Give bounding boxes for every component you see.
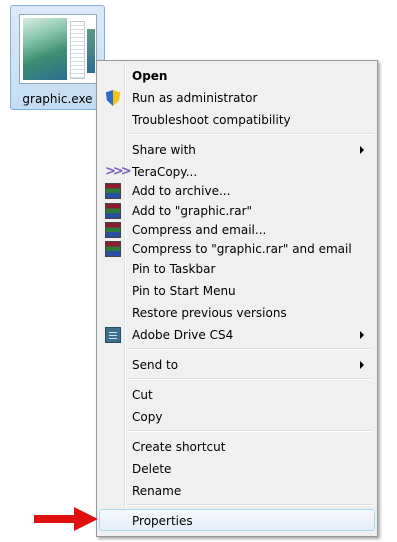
menu-item-add-to-archive[interactable]: Add to archive... xyxy=(99,179,375,201)
menu-item-pin-to-taskbar[interactable]: Pin to Taskbar xyxy=(99,257,375,279)
submenu-arrow-icon xyxy=(360,361,364,369)
desktop-file-graphic-exe[interactable]: graphic.exe xyxy=(10,5,105,110)
teracopy-icon: >>> xyxy=(105,164,132,179)
menu-separator xyxy=(127,348,373,350)
menu-item-properties[interactable]: Properties xyxy=(99,509,375,531)
exe-thumbnail-icon xyxy=(19,14,97,84)
menu-item-copy[interactable]: Copy xyxy=(99,405,375,427)
menu-separator xyxy=(127,378,373,380)
menu-item-send-to[interactable]: Send to xyxy=(99,353,375,375)
menu-separator xyxy=(127,133,373,135)
menu-item-create-shortcut[interactable]: Create shortcut xyxy=(99,435,375,457)
menu-item-open[interactable]: Open xyxy=(99,64,375,86)
menu-item-rename[interactable]: Rename xyxy=(99,479,375,501)
uac-shield-icon xyxy=(105,90,121,106)
menu-item-delete[interactable]: Delete xyxy=(99,457,375,479)
submenu-arrow-icon xyxy=(360,146,364,154)
menu-item-run-as-administrator[interactable]: Run as administrator xyxy=(99,86,375,108)
menu-item-restore-previous-versions[interactable]: Restore previous versions xyxy=(99,301,375,323)
menu-item-share-with[interactable]: Share with xyxy=(99,138,375,160)
winrar-icon xyxy=(105,183,121,199)
submenu-arrow-icon xyxy=(360,331,364,339)
winrar-icon xyxy=(105,203,121,219)
menu-item-pin-to-start-menu[interactable]: Pin to Start Menu xyxy=(99,279,375,301)
menu-separator xyxy=(127,430,373,432)
menu-separator xyxy=(127,504,373,506)
winrar-icon xyxy=(105,222,121,238)
menu-item-adobe-drive-cs4[interactable]: Adobe Drive CS4 xyxy=(99,323,375,345)
red-arrow-icon xyxy=(34,507,98,531)
winrar-icon xyxy=(105,241,121,257)
context-menu: Open Run as administrator Troubleshoot c… xyxy=(96,60,378,537)
menu-item-troubleshoot-compatibility[interactable]: Troubleshoot compatibility xyxy=(99,108,375,130)
menu-item-cut[interactable]: Cut xyxy=(99,383,375,405)
adobe-drive-icon xyxy=(105,327,121,343)
file-name-label: graphic.exe xyxy=(22,92,93,106)
menu-item-compress-to-graphic-rar-and-email[interactable]: Compress to "graphic.rar" and email xyxy=(99,237,375,259)
